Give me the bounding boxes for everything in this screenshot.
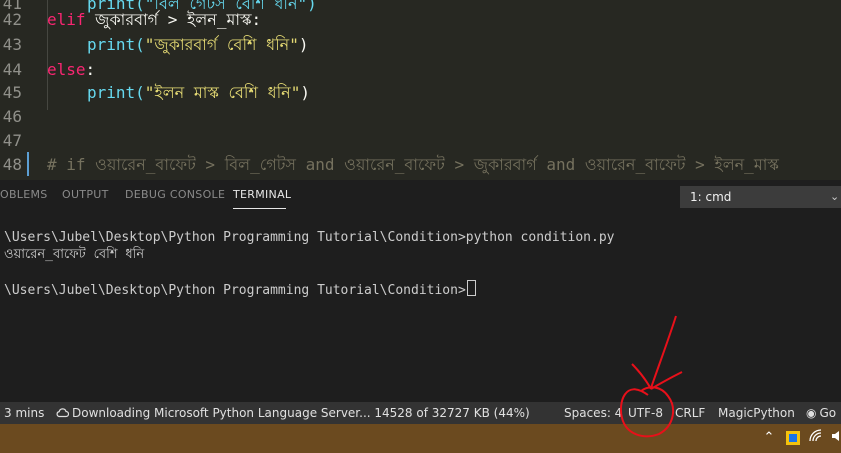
code-line[interactable]: 46 (0, 105, 841, 129)
status-encoding[interactable]: UTF-8 (628, 402, 663, 424)
active-tab-underline (233, 208, 286, 209)
status-live-label: Go (819, 406, 837, 420)
code-text: print("ইলন মাস্ক বেশি ধনি") (87, 81, 310, 105)
tab-problems[interactable]: OBLEMS (0, 188, 48, 201)
terminal-line: \Users\Jubel\Desktop\Python Programming … (4, 230, 615, 245)
terminal-cursor (466, 280, 476, 296)
tab-debug-console[interactable]: DEBUG CONSOLE (125, 188, 225, 201)
cloud-download-icon (56, 408, 70, 418)
code-line[interactable]: 42 elif জুকারবার্গ > ইলন_মাস্ক: (0, 8, 841, 32)
status-download-text: Downloading Microsoft Python Language Se… (72, 406, 530, 420)
line-number: 45 (2, 83, 22, 102)
code-line[interactable]: 43 print("জুকারবার্গ বেশি ধনি") (0, 33, 841, 57)
terminal-selector-value: 1: cmd (690, 190, 732, 204)
code-token: "ইলন মাস্ক বেশি ধনি" (144, 83, 301, 102)
chevron-down-icon: ⌄ (830, 190, 840, 203)
panel-tabs: OBLEMS OUTPUT DEBUG CONSOLE TERMINAL 1: … (0, 180, 841, 210)
volume-icon[interactable] (828, 429, 841, 447)
windows-taskbar: ⌃ (0, 424, 841, 453)
code-line[interactable]: 47 (0, 129, 841, 153)
terminal-selector[interactable]: 1: cmd ⌄ (680, 186, 841, 208)
chevron-up-icon[interactable]: ⌃ (760, 429, 778, 447)
status-spaces[interactable]: Spaces: 4 (564, 402, 622, 424)
code-text: # if ওয়ারেন_বাফেট > বিল_গেটস and ওয়ারে… (47, 153, 779, 177)
code-token: print( (87, 35, 145, 54)
code-line[interactable]: 45 print("ইলন মাস্ক বেশি ধনি") (0, 81, 841, 105)
tab-output[interactable]: OUTPUT (62, 188, 109, 201)
line-number: 48 (2, 155, 22, 174)
status-time: 3 mins (4, 406, 45, 420)
code-token: else (47, 60, 86, 79)
code-text: elif জুকারবার্গ > ইলন_মাস্ক: (47, 8, 261, 32)
code-text: else: (47, 58, 95, 82)
status-language[interactable]: MagicPython (718, 402, 795, 424)
status-eol[interactable]: CRLF (675, 402, 705, 424)
status-bar: 3 mins Downloading Microsoft Python Lang… (0, 402, 841, 424)
code-text: print("জুকারবার্গ বেশি ধনি") (87, 33, 309, 57)
code-token: ) (300, 83, 310, 102)
line-number: 42 (2, 10, 22, 29)
code-editor[interactable]: 41 print("বিল গেটস বেশি ধনি") 42 elif জুকার… (0, 0, 841, 180)
language-indicator-icon[interactable] (786, 431, 800, 445)
code-token: "জুকারবার্গ বেশি ধনি" (144, 35, 299, 54)
bottom-panel: OBLEMS OUTPUT DEBUG CONSOLE TERMINAL 1: … (0, 180, 841, 402)
code-token: elif (47, 10, 96, 29)
line-number: 46 (2, 107, 22, 126)
terminal-line: ওয়ারেন_বাফেট বেশি ধনি (4, 247, 145, 262)
code-token: # if ওয়ারেন_বাফেট > বিল_গেটস and ওয়ারে… (47, 155, 779, 174)
code-line[interactable]: 48 # if ওয়ারেন_বাফেট > বিল_গেটস and ওয়া… (0, 153, 841, 177)
code-token: print( (87, 83, 145, 102)
code-line[interactable]: 44 else: (0, 58, 841, 82)
terminal-prompt: \Users\Jubel\Desktop\Python Programming … (4, 283, 466, 298)
line-cursor-indicator (27, 152, 29, 176)
status-download[interactable]: Downloading Microsoft Python Language Se… (56, 402, 530, 424)
wifi-icon[interactable] (808, 429, 826, 447)
line-number: 44 (2, 60, 22, 79)
status-live-server[interactable]: ◉ Go (806, 402, 836, 424)
line-number: 47 (2, 131, 22, 150)
broadcast-icon: ◉ (806, 406, 817, 420)
code-token: ) (298, 35, 309, 54)
code-token: জুকারবার্গ > ইলন_মাস্ক: (95, 10, 262, 29)
terminal-prompt-line: \Users\Jubel\Desktop\Python Programming … (4, 280, 476, 299)
line-number: 43 (2, 35, 22, 54)
code-token: : (85, 60, 96, 79)
tab-terminal[interactable]: TERMINAL (233, 188, 291, 201)
